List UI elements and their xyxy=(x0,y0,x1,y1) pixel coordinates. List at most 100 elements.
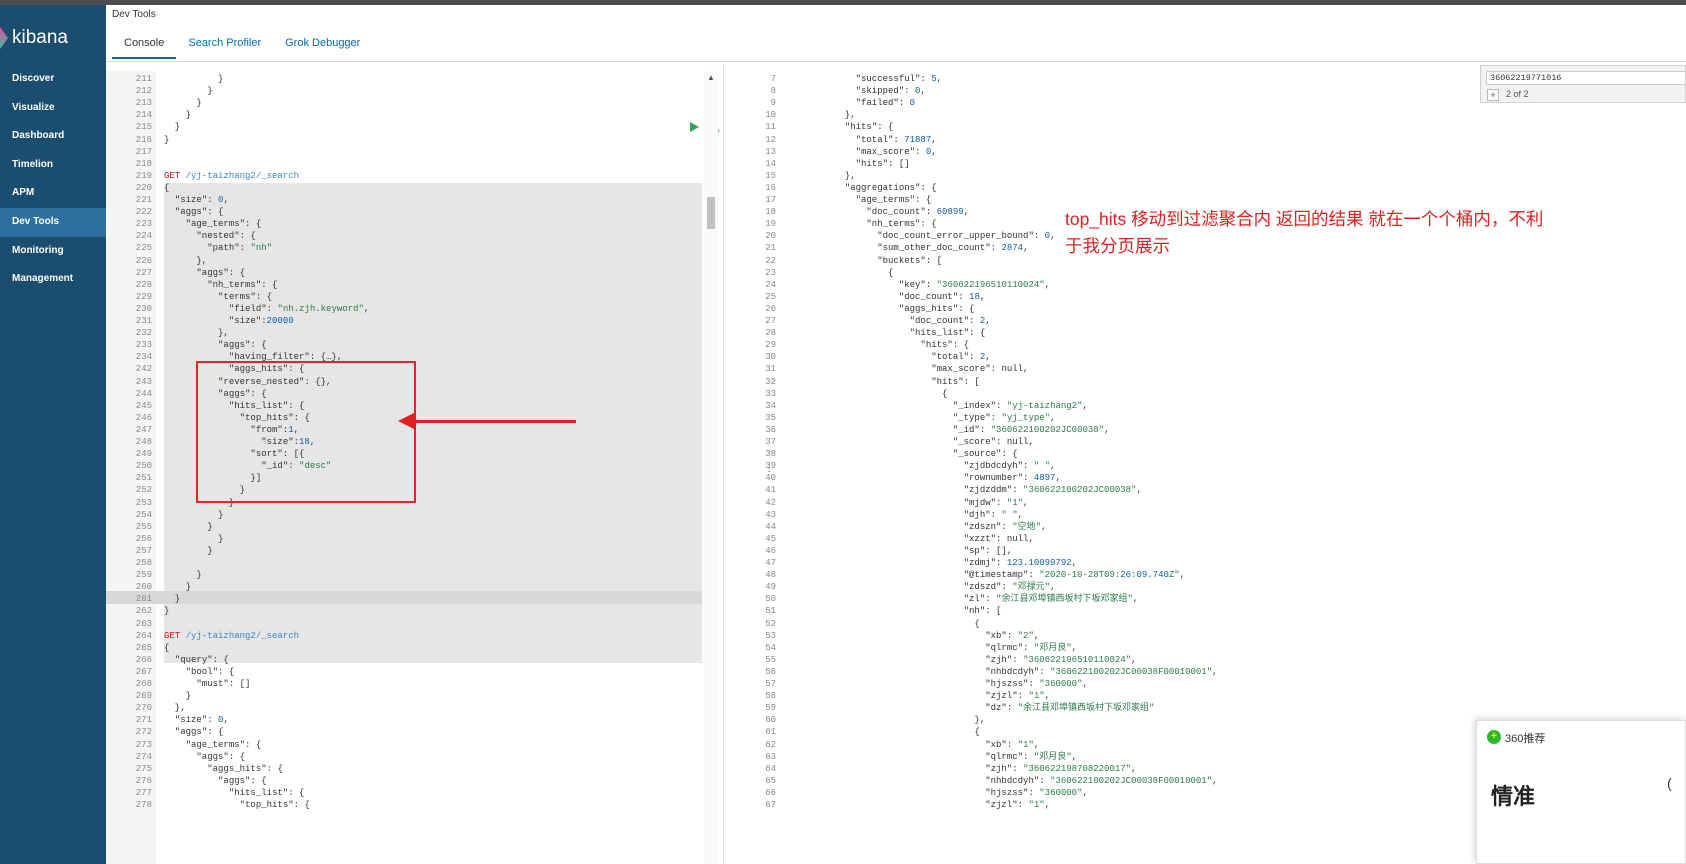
line-text: "zl": "余江县邓埠镇西坂村下坂邓家组", xyxy=(963,594,1139,605)
code-line: 26 "aggs_hits": { xyxy=(726,303,1322,316)
kibana-logo[interactable]: kibana xyxy=(0,23,68,53)
line-text: "hits": [ xyxy=(931,376,980,387)
tab-grok-debugger[interactable]: Grok Debugger xyxy=(273,37,372,59)
line-number: 260 xyxy=(135,582,152,593)
sidebar-item-monitoring[interactable]: Monitoring xyxy=(0,237,106,266)
tab-divider xyxy=(106,61,1686,62)
line-text: "xb": "2", xyxy=(985,630,1040,641)
line-number: 275 xyxy=(135,763,152,774)
scroll-up-icon[interactable]: ▲ xyxy=(707,73,715,82)
code-line: 57 "hjszss": "360000", xyxy=(726,678,1322,691)
code-line: 52 { xyxy=(726,618,1322,631)
line-text: "_index": "yj-taizhang2", xyxy=(952,400,1088,411)
line-number: 256 xyxy=(135,533,152,544)
code-line: 222 "aggs": { xyxy=(106,206,702,219)
sidebar-item-discover[interactable]: Discover xyxy=(0,65,106,94)
line-text: "aggs_hits": { xyxy=(207,763,283,774)
line-number: 52 xyxy=(765,618,776,629)
tab-search-profiler[interactable]: Search Profiler xyxy=(176,37,273,59)
code-line: 269 } xyxy=(106,690,702,703)
code-line: 262} xyxy=(106,605,702,618)
code-line: 272 "aggs": { xyxy=(106,726,702,739)
line-text: "total": 71887, xyxy=(855,134,937,145)
line-number: 19 xyxy=(765,219,776,230)
line-text: "nh_terms": { xyxy=(207,279,278,290)
line-number: 271 xyxy=(135,715,152,726)
sidebar-item-dashboard[interactable]: Dashboard xyxy=(0,122,106,151)
code-line: 219 GET /yj-taizhang2/_search xyxy=(106,170,702,183)
code-line: 213 } xyxy=(106,97,702,110)
sidebar-item-timelion[interactable]: Timelion xyxy=(0,151,106,180)
popup-more-icon[interactable]: ( xyxy=(1667,775,1672,791)
line-text: "dz": "余江县邓埠镇西坂村下坂邓家组" xyxy=(985,703,1155,714)
line-number: 11 xyxy=(765,122,776,133)
code-line: 221 "size": 0, xyxy=(106,194,702,207)
find-expand-button[interactable]: + xyxy=(1487,89,1499,101)
line-number: 211 xyxy=(135,74,152,84)
line-number: 219 xyxy=(135,170,152,181)
code-line: 255 } xyxy=(106,521,702,534)
pane-divider xyxy=(723,65,724,864)
code-line: 16 "aggregations": { xyxy=(726,182,1322,195)
line-number: 24 xyxy=(765,279,776,290)
scrollbar-thumb[interactable] xyxy=(707,197,715,229)
line-number: 10 xyxy=(765,110,776,121)
line-text: } xyxy=(164,570,202,581)
find-widget: 36062219771016 + 2 of 2 xyxy=(1480,65,1686,103)
code-line: 227 "aggs": { xyxy=(106,267,702,280)
nav-list: Discover Visualize Dashboard Timelion AP… xyxy=(0,65,106,294)
line-number: 32 xyxy=(765,376,776,387)
line-number: 63 xyxy=(765,751,776,762)
sidebar-item-apm[interactable]: APM xyxy=(0,179,106,208)
code-line: 216} xyxy=(106,134,702,147)
line-text: "aggs_hits": { xyxy=(898,303,975,314)
line-number: 14 xyxy=(765,158,776,169)
line-number: 221 xyxy=(135,195,152,205)
code-line: 217 xyxy=(106,146,702,159)
code-line: 46 "sp": [], xyxy=(726,545,1322,558)
logo-text: kibana xyxy=(12,27,68,48)
line-number: 61 xyxy=(765,727,776,738)
line-text: GET /yj-taizhang2/_search xyxy=(164,630,300,641)
line-text: "query": { xyxy=(174,654,229,665)
sidebar-item-visualize[interactable]: Visualize xyxy=(0,94,106,123)
line-number: 226 xyxy=(135,255,152,266)
sidebar-item-management[interactable]: Management xyxy=(0,265,106,294)
code-line: 61 { xyxy=(726,726,1322,739)
code-line: 48 "@timestamp": "2020-10-28T09:26:09.74… xyxy=(726,569,1322,582)
editor-scrollbar[interactable]: ▲ xyxy=(704,71,718,864)
code-line: 11 "hits": { xyxy=(726,121,1322,134)
code-line: 218 xyxy=(106,158,702,171)
line-text: "zdmj": 123.10099792, xyxy=(963,558,1078,568)
line-number: 34 xyxy=(765,400,776,411)
line-text: "hits_list": { xyxy=(909,328,986,339)
line-number: 39 xyxy=(765,461,776,472)
line-number: 228 xyxy=(135,279,152,290)
line-number: 51 xyxy=(765,606,776,617)
code-line: 271 "size": 0, xyxy=(106,714,702,727)
tab-console[interactable]: Console xyxy=(112,37,177,59)
red-arrow-shaft xyxy=(412,420,576,423)
run-request-icon[interactable] xyxy=(690,122,699,132)
line-number: 229 xyxy=(135,291,152,302)
line-text: "hits": { xyxy=(920,340,970,351)
line-text: "aggs": { xyxy=(174,727,224,738)
line-number: 9 xyxy=(770,98,776,109)
code-line: 39 "zjdbdcdyh": " ", xyxy=(726,460,1322,473)
line-number: 29 xyxy=(765,340,776,351)
sidebar-item-dev-tools[interactable]: Dev Tools xyxy=(0,207,106,237)
line-text: "djh": " ", xyxy=(963,509,1024,520)
code-line: 258 xyxy=(106,557,702,570)
line-number: 267 xyxy=(135,666,152,677)
code-line: 224 "nested": { xyxy=(106,230,702,243)
code-line: 31 "max_score": null, xyxy=(726,363,1322,376)
line-text: "aggregations": { xyxy=(844,182,937,193)
line-number: 57 xyxy=(765,679,776,689)
line-text: "zjh": "360622196510110024", xyxy=(985,654,1137,665)
code-line: 226 }, xyxy=(106,255,702,268)
line-text: } xyxy=(164,533,224,544)
line-text: }, xyxy=(834,715,986,726)
code-line: 254 } xyxy=(106,509,702,522)
line-text: "_type": "yj_type", xyxy=(952,412,1056,423)
find-input[interactable]: 36062219771016 xyxy=(1486,71,1686,85)
